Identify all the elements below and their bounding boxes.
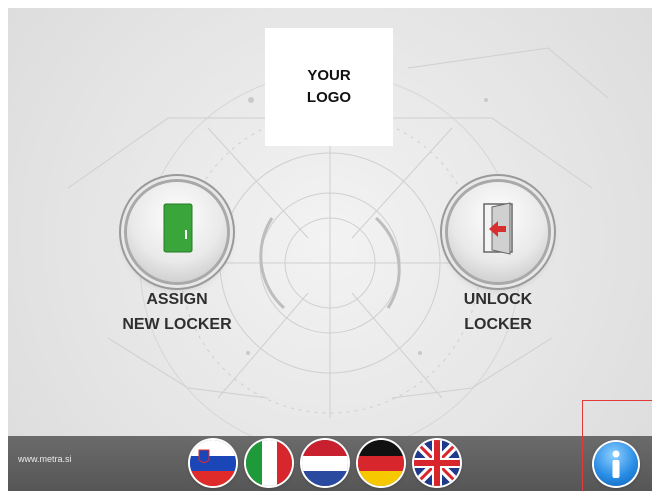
language-slovenian-button[interactable] bbox=[190, 440, 236, 486]
language-english-button[interactable] bbox=[414, 440, 460, 486]
assign-new-locker-button[interactable] bbox=[127, 182, 227, 282]
italy-flag-icon bbox=[246, 440, 292, 486]
slovenia-flag-icon bbox=[190, 440, 236, 486]
logo-placeholder: YOUR LOGO bbox=[265, 28, 393, 146]
language-dutch-button[interactable] bbox=[302, 440, 348, 486]
assign-new-locker-label: ASSIGN NEW LOCKER bbox=[122, 291, 232, 333]
unlock-locker-label: UNLOCK LOCKER bbox=[463, 291, 533, 333]
netherlands-flag-icon bbox=[302, 440, 348, 486]
logo-text: YOUR LOGO bbox=[306, 67, 352, 106]
kiosk-screen: YOUR LOGO ASSIGN NEW LOCKER UNLOCK LOCKE… bbox=[8, 8, 652, 491]
language-german-button[interactable] bbox=[358, 440, 404, 486]
info-button[interactable] bbox=[594, 442, 638, 486]
green-locker-door-icon bbox=[163, 203, 193, 253]
door-exit-arrow-icon bbox=[483, 202, 513, 255]
germany-flag-icon bbox=[358, 440, 404, 486]
uk-flag-icon bbox=[414, 440, 460, 486]
info-icon bbox=[612, 450, 620, 478]
website-link: www.metra.si bbox=[18, 454, 72, 464]
language-italian-button[interactable] bbox=[246, 440, 292, 486]
unlock-locker-button[interactable] bbox=[448, 182, 548, 282]
